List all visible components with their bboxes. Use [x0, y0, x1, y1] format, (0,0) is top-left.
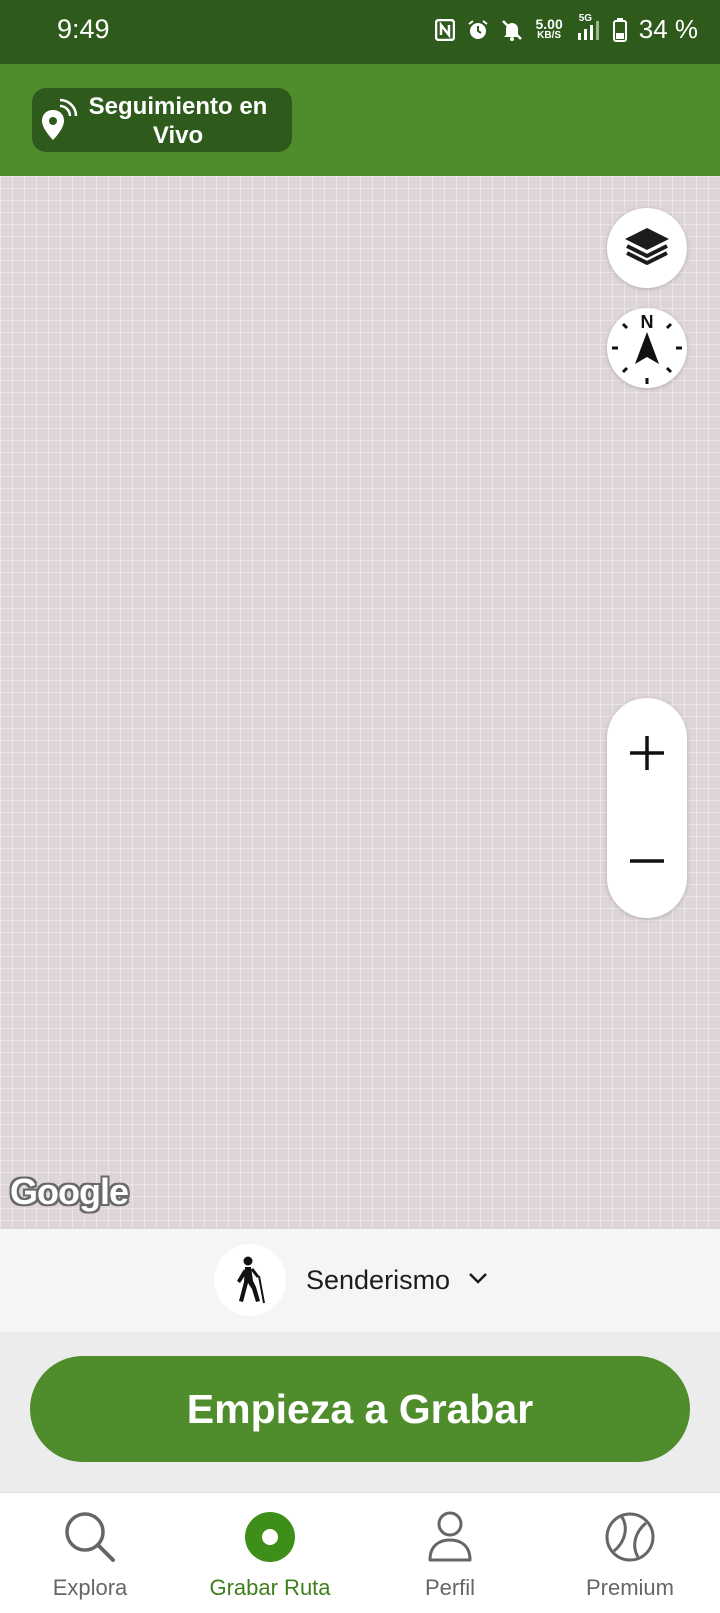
app-header: Seguimiento en Vivo: [0, 64, 720, 176]
layers-icon: [623, 226, 671, 271]
start-recording-button[interactable]: Empieza a Grabar: [30, 1356, 690, 1462]
zoom-controls: [607, 698, 687, 918]
live-tracking-label: Seguimiento en Vivo: [88, 93, 268, 149]
minus-icon: [630, 859, 664, 863]
nav-item-explora[interactable]: Explora: [0, 1493, 180, 1613]
premium-ball-icon: [540, 1507, 720, 1567]
record-icon: [180, 1507, 360, 1567]
nav-label: Perfil: [424, 1575, 476, 1600]
activity-selector[interactable]: Senderismo: [214, 1244, 488, 1316]
battery-level: 34 %: [638, 14, 698, 44]
bottom-nav: Explora Grabar Ruta Perfil Premium: [0, 1492, 720, 1613]
zoom-out-button[interactable]: [607, 811, 687, 911]
chevron-down-icon: [468, 1271, 488, 1289]
map-view[interactable]: N Google: [0, 176, 720, 1229]
compass-north-label: N: [641, 312, 654, 332]
google-attribution: Google: [10, 1171, 129, 1212]
signal-icon: 5G: [575, 13, 601, 41]
nav-label: Explora: [52, 1575, 128, 1600]
record-area: Empieza a Grabar: [0, 1332, 720, 1492]
user-icon: [360, 1507, 540, 1567]
alarm-icon: [467, 19, 489, 41]
nav-item-premium[interactable]: Premium: [540, 1493, 720, 1613]
nav-item-grabar-ruta[interactable]: Grabar Ruta: [180, 1493, 360, 1613]
nav-item-perfil[interactable]: Perfil: [360, 1493, 540, 1613]
compass-icon: N: [612, 312, 682, 384]
status-time: 9:49: [57, 14, 110, 44]
status-icons: 5.00 KB/S 5G 34 %: [435, 13, 698, 45]
nav-label: Premium: [585, 1575, 674, 1600]
zoom-in-button[interactable]: [607, 703, 687, 803]
battery-icon: [612, 17, 627, 42]
search-icon: [0, 1507, 180, 1567]
status-bar: 9:49 5.00 KB/S 5G 34 %: [0, 0, 720, 64]
live-tracking-button[interactable]: Seguimiento en Vivo: [32, 88, 292, 152]
map-layers-button[interactable]: [607, 208, 687, 288]
activity-label: Senderismo: [306, 1264, 451, 1295]
plus-icon: [630, 736, 664, 770]
hiking-icon: [214, 1244, 286, 1316]
nav-label: Grabar Ruta: [209, 1575, 331, 1600]
compass-button[interactable]: N: [607, 308, 687, 388]
mute-icon: [501, 19, 523, 41]
nfc-icon: [435, 18, 456, 41]
activity-bar: Senderismo: [0, 1229, 720, 1332]
net-speed: 5.00 KB/S: [535, 15, 563, 41]
